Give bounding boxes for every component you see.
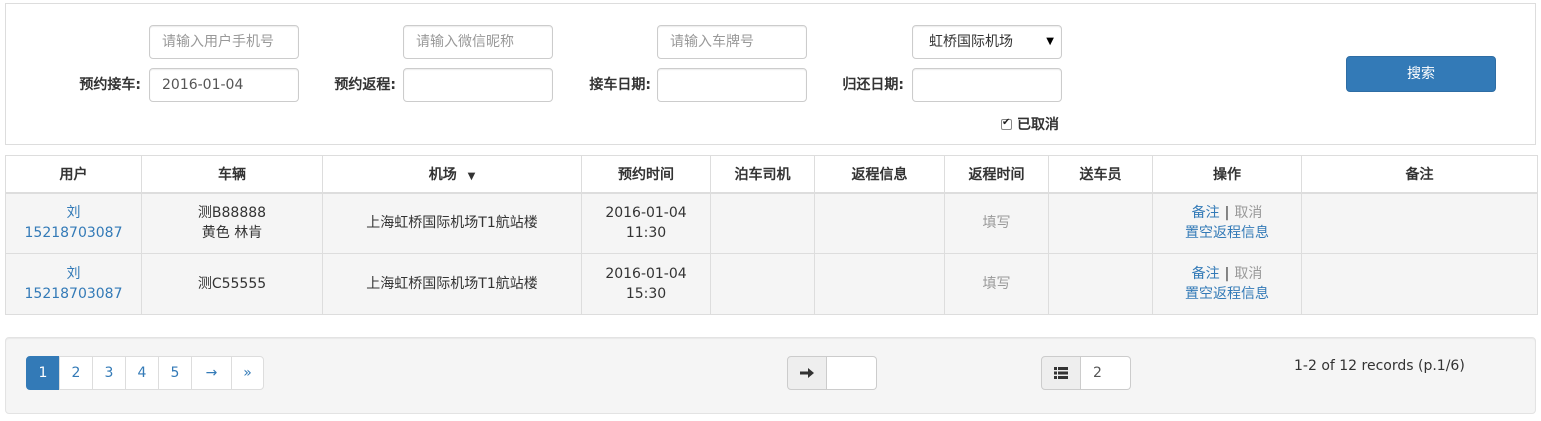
page-link-2[interactable]: 2 bbox=[59, 356, 93, 390]
column-header-booking-time: 预约时间 bbox=[581, 155, 711, 194]
user-cell: 刘 15218703087 bbox=[5, 253, 142, 315]
return-date-input[interactable] bbox=[912, 68, 1062, 102]
note-link[interactable]: 备注 bbox=[1192, 205, 1220, 221]
booking-date: 2016-01-04 bbox=[605, 266, 687, 282]
plate-number-input[interactable] bbox=[657, 25, 807, 59]
airport-cell: 上海虹桥国际机场T1航站楼 bbox=[322, 253, 582, 315]
user-phone-link[interactable]: 15218703087 bbox=[25, 286, 123, 302]
booking-clock: 15:30 bbox=[625, 286, 667, 302]
cancelled-filter[interactable]: 已取消 bbox=[1001, 114, 1059, 134]
cancel-link[interactable]: 取消 bbox=[1234, 205, 1262, 221]
bookings-table: 用户 车辆 机场 ▼ 预约时间 泊车司机 返程信息 返程时间 送车员 操作 备注… bbox=[5, 155, 1538, 315]
airport-cell: 上海虹桥国际机场T1航站楼 bbox=[322, 192, 582, 254]
return-info-cell bbox=[814, 253, 945, 315]
last-page-button[interactable]: » bbox=[231, 356, 264, 390]
booking-time-cell: 2016-01-04 15:30 bbox=[581, 253, 711, 315]
parking-driver-cell bbox=[710, 192, 815, 254]
column-header-airport[interactable]: 机场 ▼ bbox=[322, 155, 582, 194]
cancel-link[interactable]: 取消 bbox=[1234, 266, 1262, 282]
action-separator: | bbox=[1224, 205, 1230, 222]
parking-driver-cell bbox=[710, 253, 815, 315]
chevron-down-icon: ▼ bbox=[1046, 36, 1054, 47]
airport-select[interactable]: 虹桥国际机场 ▼ bbox=[912, 25, 1062, 59]
filter-panel: 虹桥国际机场 ▼ 预约接车: 预约返程: 接车日期: 归还日期: 已取消 搜索 bbox=[5, 3, 1536, 145]
vehicle-cell: 测B88888 黄色 林肯 bbox=[141, 192, 323, 254]
actions-cell: 备注 | 取消 置空返程信息 bbox=[1152, 253, 1302, 315]
deliverer-cell bbox=[1048, 192, 1153, 254]
page-jump-group bbox=[787, 356, 877, 390]
fill-return-time-link[interactable]: 填写 bbox=[983, 215, 1011, 231]
column-header-user: 用户 bbox=[5, 155, 142, 194]
vehicle-cell: 测C55555 bbox=[141, 253, 323, 315]
note-link[interactable]: 备注 bbox=[1192, 266, 1220, 282]
user-name-link[interactable]: 刘 bbox=[67, 266, 81, 282]
column-header-airport-label: 机场 bbox=[428, 166, 457, 183]
page-jump-input[interactable] bbox=[827, 356, 877, 390]
booking-clock: 11:30 bbox=[625, 225, 667, 242]
records-summary: 1-2 of 12 records (p.1/6) bbox=[1294, 358, 1465, 374]
return-time-cell: 填写 bbox=[944, 192, 1049, 254]
clear-return-info-link[interactable]: 置空返程信息 bbox=[1185, 225, 1269, 241]
booking-date: 2016-01-04 bbox=[605, 205, 687, 222]
pickup-date-label: 接车日期: bbox=[589, 77, 651, 93]
pickup-date-input[interactable] bbox=[657, 68, 807, 102]
return-time-cell: 填写 bbox=[944, 253, 1049, 315]
return-booking-date-input[interactable] bbox=[403, 68, 553, 102]
next-page-button[interactable]: → bbox=[191, 356, 232, 390]
pagination: 1 2 3 4 5 → » bbox=[26, 356, 264, 390]
table-header-row: 用户 车辆 机场 ▼ 预约时间 泊车司机 返程信息 返程时间 送车员 操作 备注 bbox=[5, 155, 1538, 194]
column-header-remark: 备注 bbox=[1301, 155, 1538, 194]
column-header-vehicle: 车辆 bbox=[141, 155, 323, 194]
action-separator: | bbox=[1224, 266, 1230, 282]
page-size-input[interactable]: 2 bbox=[1081, 356, 1131, 390]
page-size-group: 2 bbox=[1041, 356, 1131, 390]
page-link-3[interactable]: 3 bbox=[92, 356, 126, 390]
page-link-5[interactable]: 5 bbox=[158, 356, 192, 390]
column-header-parking-driver: 泊车司机 bbox=[710, 155, 815, 194]
wechat-nickname-input[interactable] bbox=[403, 25, 553, 59]
deliverer-cell bbox=[1048, 253, 1153, 315]
return-booking-label: 预约返程: bbox=[334, 77, 396, 93]
list-icon bbox=[1041, 356, 1081, 390]
pickup-booking-date-input[interactable] bbox=[149, 68, 299, 102]
user-phone-link[interactable]: 15218703087 bbox=[25, 225, 123, 241]
user-cell: 刘 15218703087 bbox=[5, 192, 142, 254]
vehicle-plate: 测C55555 bbox=[197, 276, 267, 292]
cancelled-checkbox[interactable] bbox=[1001, 117, 1012, 130]
table-row: 刘 15218703087 测C55555 上海虹桥国际机场T1航站楼 2016… bbox=[5, 253, 1538, 315]
return-info-cell bbox=[814, 192, 945, 254]
arrow-right-icon[interactable] bbox=[787, 356, 827, 390]
phone-input[interactable] bbox=[149, 25, 299, 59]
user-name-link[interactable]: 刘 bbox=[67, 205, 81, 221]
column-header-return-time: 返程时间 bbox=[944, 155, 1049, 194]
cancelled-label: 已取消 bbox=[1017, 117, 1059, 133]
remark-cell bbox=[1301, 192, 1538, 254]
sort-desc-icon[interactable]: ▼ bbox=[468, 171, 476, 182]
column-header-actions: 操作 bbox=[1152, 155, 1302, 194]
table-row: 刘 15218703087 测B88888 黄色 林肯 上海虹桥国际机场T1航站… bbox=[5, 192, 1538, 254]
pickup-booking-label: 预约接车: bbox=[79, 77, 141, 93]
column-header-return-info: 返程信息 bbox=[814, 155, 945, 194]
actions-cell: 备注 | 取消 置空返程信息 bbox=[1152, 192, 1302, 254]
airport-select-value: 虹桥国际机场 bbox=[929, 34, 1013, 50]
return-date-label: 归还日期: bbox=[842, 77, 904, 93]
search-button[interactable]: 搜索 bbox=[1346, 56, 1496, 92]
booking-time-cell: 2016-01-04 11:30 bbox=[581, 192, 711, 254]
column-header-deliverer: 送车员 bbox=[1048, 155, 1153, 194]
page-link-4[interactable]: 4 bbox=[125, 356, 159, 390]
page-link-1[interactable]: 1 bbox=[26, 356, 60, 390]
pager-panel: 1 2 3 4 5 → » 2 1-2 of 12 records (p.1/6… bbox=[5, 337, 1536, 414]
remark-cell bbox=[1301, 253, 1538, 315]
vehicle-desc: 黄色 林肯 bbox=[201, 225, 263, 242]
vehicle-plate: 测B88888 bbox=[197, 205, 267, 222]
fill-return-time-link[interactable]: 填写 bbox=[983, 276, 1011, 292]
clear-return-info-link[interactable]: 置空返程信息 bbox=[1185, 286, 1269, 302]
